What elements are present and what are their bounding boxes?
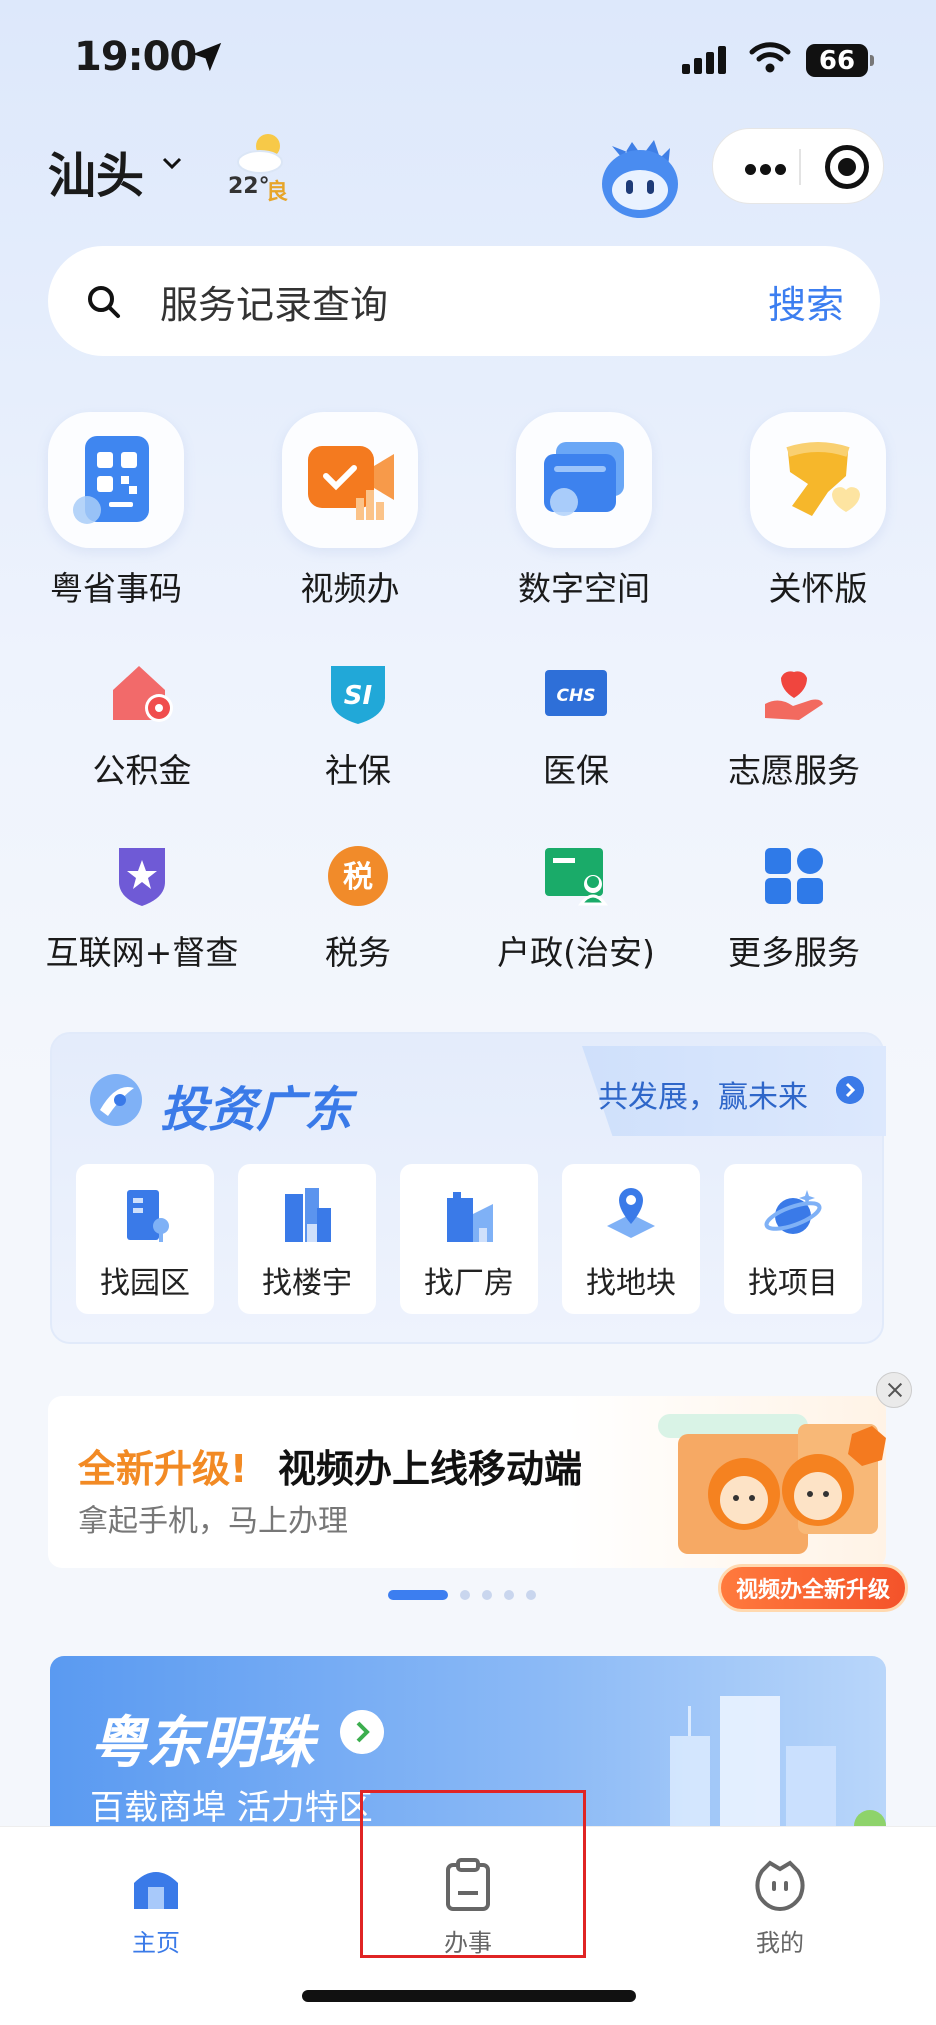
video-service-icon [308, 446, 394, 520]
assistant-mascot-icon[interactable] [592, 128, 688, 224]
household-icon [545, 848, 609, 906]
medical-insurance-icon: CHS [545, 670, 607, 716]
service-label: 户政(治安) [497, 933, 655, 972]
chevron-right-icon[interactable] [340, 1710, 384, 1754]
service-label: 医保 [543, 751, 609, 790]
quick-service-tile [48, 412, 184, 548]
service-housing-fund[interactable]: 公积金 [42, 660, 242, 792]
quick-service-care-mode[interactable]: 关怀版 [728, 412, 908, 610]
find-building-button[interactable]: 找楼宇 [238, 1164, 376, 1314]
promo-banner[interactable]: 全新升级! 视频办上线移动端 拿起手机，马上办理 [48, 1396, 886, 1568]
find-building-label: 找楼宇 [262, 1266, 352, 1301]
home-indicator [302, 1990, 636, 2002]
office-building-icon [285, 1188, 331, 1242]
service-household-registration[interactable]: 户政(治安) [476, 842, 676, 974]
tab-mine-label: 我的 [756, 1929, 804, 1957]
qr-code-icon [73, 436, 149, 524]
tab-mine[interactable]: 我的 [700, 1857, 860, 1958]
find-project-label: 找项目 [748, 1266, 838, 1301]
close-target-icon[interactable] [825, 145, 869, 189]
invest-slogan[interactable]: 共发展，赢未来 [598, 1072, 808, 1116]
housing-fund-icon [113, 666, 173, 722]
banner-title: 视频办上线移动端 [278, 1447, 583, 1491]
service-tax[interactable]: 税 税务 [258, 842, 458, 974]
service-label: 社保 [325, 751, 391, 790]
home-icon [134, 1872, 178, 1909]
city-card-title: 粤东明珠 [90, 1711, 314, 1776]
service-social-security[interactable]: SI 社保 [258, 660, 458, 792]
land-location-icon [607, 1188, 655, 1238]
battery-indicator: 66 [806, 44, 874, 77]
search-button[interactable]: 搜索 [768, 274, 844, 329]
wifi-icon [749, 42, 791, 73]
tab-home-label: 主页 [132, 1929, 180, 1957]
invest-guangdong-card: 投资广东 共发展，赢未来 找园区 找楼宇 找厂房 找地块 找项目 [50, 1032, 886, 1344]
service-medical-insurance[interactable]: CHS 医保 [476, 660, 676, 792]
search-icon [88, 286, 120, 318]
location-arrow-icon [192, 42, 222, 72]
cellular-signal-icon [682, 44, 726, 74]
invest-guangdong-logo-icon [90, 1074, 142, 1126]
find-land-button[interactable]: 找地块 [562, 1164, 700, 1314]
service-internet-inspection[interactable]: 互联网+督查 [42, 842, 242, 974]
quick-service-guangdong-code[interactable]: 粤省事码 [26, 412, 206, 610]
find-project-button[interactable]: 找项目 [724, 1164, 862, 1314]
volunteer-icon [765, 671, 823, 720]
close-icon[interactable] [876, 1372, 912, 1408]
city-selector[interactable]: 汕头 [48, 136, 144, 206]
quick-service-tile [282, 412, 418, 548]
service-label: 更多服务 [728, 933, 860, 972]
inspection-icon [119, 848, 165, 906]
social-security-icon: SI [331, 666, 385, 724]
service-label: 税务 [325, 933, 391, 972]
banner-highlight: 全新升级! [78, 1447, 248, 1491]
medical-insurance-mark: CHS [557, 686, 596, 706]
invest-title: 投资广东 [160, 1082, 353, 1138]
capsule-divider [799, 149, 801, 185]
miniprogram-capsule [712, 128, 884, 204]
search-bar[interactable]: 服务记录查询 搜索 [48, 246, 880, 356]
quick-service-label: 视频办 [300, 569, 400, 608]
chevron-down-icon[interactable] [162, 156, 182, 170]
project-planet-icon [764, 1190, 822, 1234]
highlight-box [360, 1790, 586, 1958]
tab-home[interactable]: 主页 [76, 1857, 236, 1958]
digital-space-icon [544, 442, 624, 516]
service-label: 公积金 [92, 751, 192, 790]
chevron-right-icon[interactable] [836, 1076, 864, 1104]
quick-service-label: 粤省事码 [50, 569, 182, 608]
quick-service-tile [516, 412, 652, 548]
quick-service-video[interactable]: 视频办 [260, 412, 440, 610]
care-ribbon-icon [786, 442, 860, 516]
banner-subtitle: 拿起手机，马上办理 [78, 1504, 348, 1539]
tax-mark: 税 [343, 860, 373, 895]
service-volunteer[interactable]: 志愿服务 [694, 660, 894, 792]
quick-service-tile [750, 412, 886, 548]
video-service-mascot-illustration [658, 1414, 886, 1554]
banner-upgrade-badge: 视频办全新升级 [718, 1564, 908, 1612]
status-time: 19:00 [74, 34, 197, 80]
quick-service-digital-space[interactable]: 数字空间 [494, 412, 674, 610]
quick-service-label: 数字空间 [518, 569, 650, 608]
factory-icon [447, 1192, 493, 1242]
more-services-icon [765, 848, 823, 904]
service-more[interactable]: 更多服务 [694, 842, 894, 974]
park-building-icon [127, 1190, 169, 1242]
quick-service-label: 关怀版 [768, 569, 868, 608]
weather-temperature: 22° [228, 174, 270, 199]
find-park-button[interactable]: 找园区 [76, 1164, 214, 1314]
more-options-icon[interactable] [745, 160, 790, 179]
air-quality-label: 良 [266, 180, 289, 205]
profile-mascot-icon [755, 1860, 805, 1912]
find-factory-button[interactable]: 找厂房 [400, 1164, 538, 1314]
service-label: 志愿服务 [728, 751, 860, 790]
find-factory-label: 找厂房 [424, 1266, 514, 1301]
service-label: 互联网+督查 [45, 933, 239, 972]
search-input[interactable]: 服务记录查询 [160, 274, 388, 329]
social-security-mark: SI [344, 681, 373, 711]
tax-icon: 税 [328, 846, 388, 906]
city-card-subtitle: 百载商埠 活力特区 [90, 1788, 373, 1828]
find-land-label: 找地块 [586, 1266, 676, 1301]
find-park-label: 找园区 [100, 1266, 190, 1301]
